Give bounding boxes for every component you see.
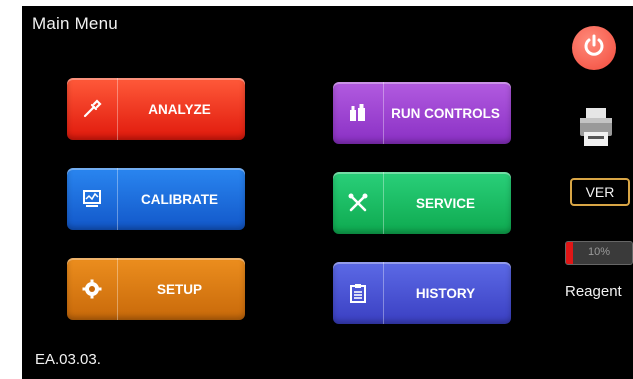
gear-icon <box>67 258 118 320</box>
reagent-percent: 10% <box>587 246 611 258</box>
reagent-level-bar: 10% <box>565 241 633 265</box>
monitor-icon <box>67 168 118 230</box>
history-label: HISTORY <box>415 285 476 301</box>
setup-label: SETUP <box>156 281 202 297</box>
analyze-label: ANALYZE <box>148 101 211 117</box>
history-button[interactable]: HISTORY <box>333 262 511 324</box>
software-version: EA.03.03. <box>35 351 101 368</box>
tools-icon <box>333 172 384 234</box>
clipboard-icon <box>333 262 384 324</box>
printer-icon <box>578 108 614 154</box>
analyze-button[interactable]: ANALYZE <box>67 78 245 140</box>
calibrate-label: CALIBRATE <box>141 191 218 207</box>
power-icon <box>581 33 607 64</box>
setup-button[interactable]: SETUP <box>67 258 245 320</box>
pipette-icon <box>67 78 118 140</box>
version-button[interactable]: VER <box>570 178 630 206</box>
service-label: SERVICE <box>415 195 476 211</box>
power-button[interactable] <box>572 26 616 70</box>
reagent-label: Reagent <box>565 283 622 300</box>
bottles-icon <box>333 82 384 144</box>
main-menu-screen: Main Menu ANALYZE CALIBRATE SETUP RUN CO… <box>22 6 633 379</box>
run-controls-label: RUN CONTROLS <box>391 105 500 121</box>
printer-button[interactable] <box>578 106 614 150</box>
service-button[interactable]: SERVICE <box>333 172 511 234</box>
page-title: Main Menu <box>32 14 118 33</box>
calibrate-button[interactable]: CALIBRATE <box>67 168 245 230</box>
run-controls-button[interactable]: RUN CONTROLS <box>333 82 511 144</box>
